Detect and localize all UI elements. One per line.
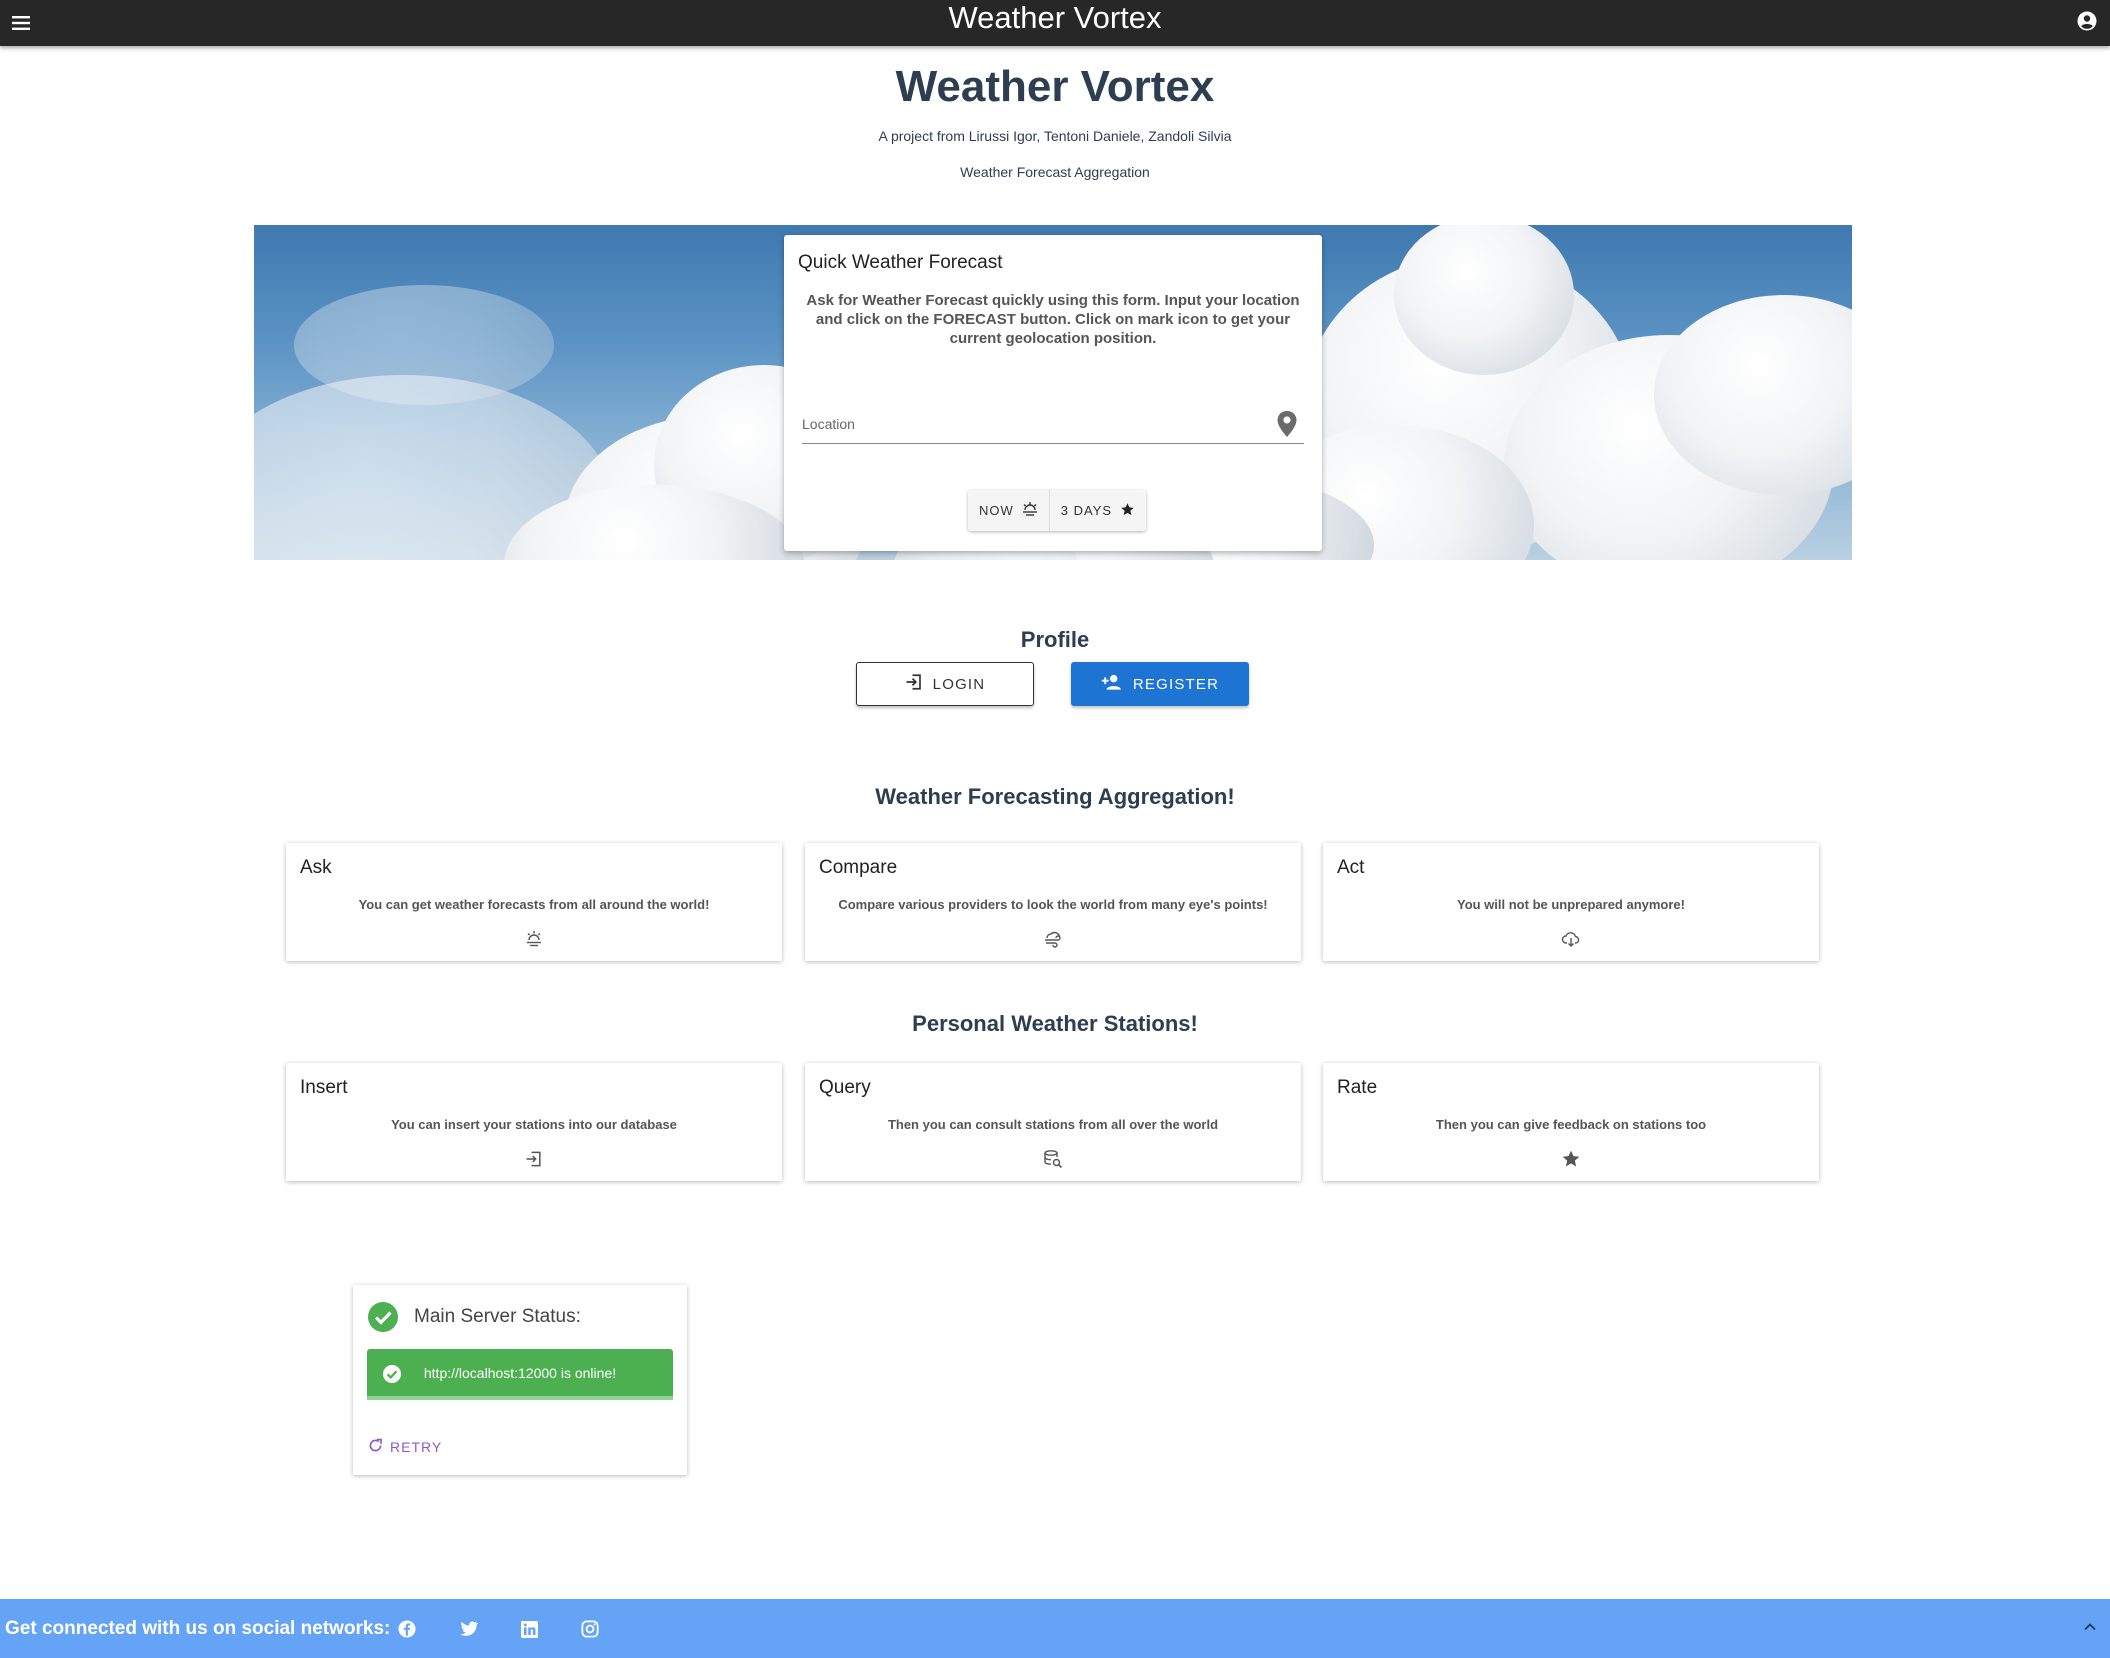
login-button[interactable]: LOGIN: [856, 662, 1034, 706]
forecast-button-group: NOW 3 DAYS: [968, 490, 1147, 531]
feature-card-title: Ask: [300, 857, 332, 878]
feature-card-title: Compare: [819, 857, 898, 878]
feature-card-description: Then you can give feedback on stations t…: [1435, 1117, 1707, 1132]
app-bar-title: Weather Vortex: [948, 0, 1162, 35]
retry-label: RETRY: [390, 1439, 443, 1455]
feature-card-description: Then you can consult stations from all o…: [887, 1117, 1219, 1132]
star-icon: [1120, 502, 1135, 520]
feature-card-query: Query Then you can consult stations from…: [805, 1063, 1301, 1181]
alert-progress-bar: [367, 1396, 673, 1400]
now-button[interactable]: NOW: [968, 490, 1049, 531]
retry-button[interactable]: RETRY: [367, 1437, 442, 1457]
weather-windy-icon: [1043, 929, 1063, 949]
aggregation-heading: Weather Forecasting Aggregation!: [875, 784, 1235, 809]
database-search-icon: [1043, 1149, 1063, 1169]
feature-card-description: You can insert your stations into our da…: [391, 1117, 677, 1132]
refresh-icon: [367, 1437, 384, 1457]
account-plus-icon: [1101, 673, 1123, 695]
login-icon: [524, 1149, 544, 1169]
check-circle-icon: [367, 1301, 399, 1333]
weather-sunset-icon: [524, 929, 544, 949]
feature-card-insert: Insert You can insert your stations into…: [286, 1063, 782, 1181]
location-input[interactable]: [802, 405, 1344, 455]
feature-card-rate: Rate Then you can give feedback on stati…: [1323, 1063, 1819, 1181]
chevron-up-icon[interactable]: [2082, 1619, 2098, 1635]
now-label: NOW: [979, 503, 1014, 518]
linkedin-icon[interactable]: [518, 1618, 540, 1640]
feature-card-title: Query: [819, 1077, 871, 1098]
footer: Get connected with us on social networks…: [0, 1599, 2110, 1658]
account-circle-icon[interactable]: [2072, 6, 2102, 36]
feature-card-title: Rate: [1337, 1077, 1378, 1098]
footer-text: Get connected with us on social networks…: [5, 1618, 391, 1639]
twitter-icon[interactable]: [457, 1618, 479, 1640]
feature-card-title: Insert: [300, 1077, 348, 1098]
feature-card-description: You will not be unprepared anymore!: [1456, 897, 1685, 912]
server-status-title: Main Server Status:: [414, 1306, 581, 1327]
login-label: LOGIN: [932, 675, 986, 693]
location-field: [802, 405, 1344, 455]
feature-card-description: Compare various providers to look the wo…: [838, 897, 1268, 912]
instagram-icon[interactable]: [579, 1618, 601, 1640]
feature-card-compare: Compare Compare various providers to loo…: [805, 843, 1301, 961]
server-status-alert: http://localhost:12000 is online!: [367, 1349, 673, 1400]
server-status-card: Main Server Status: http://localhost:120…: [353, 1285, 687, 1475]
app-bar: Weather Vortex: [0, 0, 2110, 46]
feature-card-title: Act: [1337, 857, 1365, 878]
stations-heading: Personal Weather Stations!: [912, 1011, 1198, 1036]
three-days-button[interactable]: 3 DAYS: [1048, 490, 1147, 531]
three-days-label: 3 DAYS: [1060, 503, 1113, 518]
quick-forecast-title: Quick Weather Forecast: [798, 252, 1003, 273]
register-label: REGISTER: [1132, 675, 1220, 693]
star-icon: [1561, 1149, 1581, 1169]
login-icon: [905, 673, 923, 695]
register-button[interactable]: REGISTER: [1071, 662, 1249, 706]
page-title: Weather Vortex: [895, 62, 1215, 111]
quick-forecast-card: Quick Weather Forecast Ask for Weather F…: [784, 235, 1344, 551]
weather-sunset-icon: [1022, 502, 1038, 519]
authors-text: A project from Lirussi Igor, Tentoni Dan…: [878, 128, 1232, 144]
server-status-message: http://localhost:12000 is online!: [423, 1365, 617, 1381]
quick-forecast-description: Ask for Weather Forecast quickly using t…: [806, 292, 1300, 347]
cloud-download-icon: [1561, 929, 1581, 949]
feature-card-description: You can get weather forecasts from all a…: [358, 897, 710, 912]
profile-heading: Profile: [1020, 627, 1090, 652]
facebook-icon[interactable]: [396, 1618, 418, 1640]
feature-card-act: Act You will not be unprepared anymore!: [1323, 843, 1819, 961]
tagline-text: Weather Forecast Aggregation: [960, 164, 1150, 180]
map-marker-icon[interactable]: [1274, 409, 1300, 439]
feature-card-ask: Ask You can get weather forecasts from a…: [286, 843, 782, 961]
